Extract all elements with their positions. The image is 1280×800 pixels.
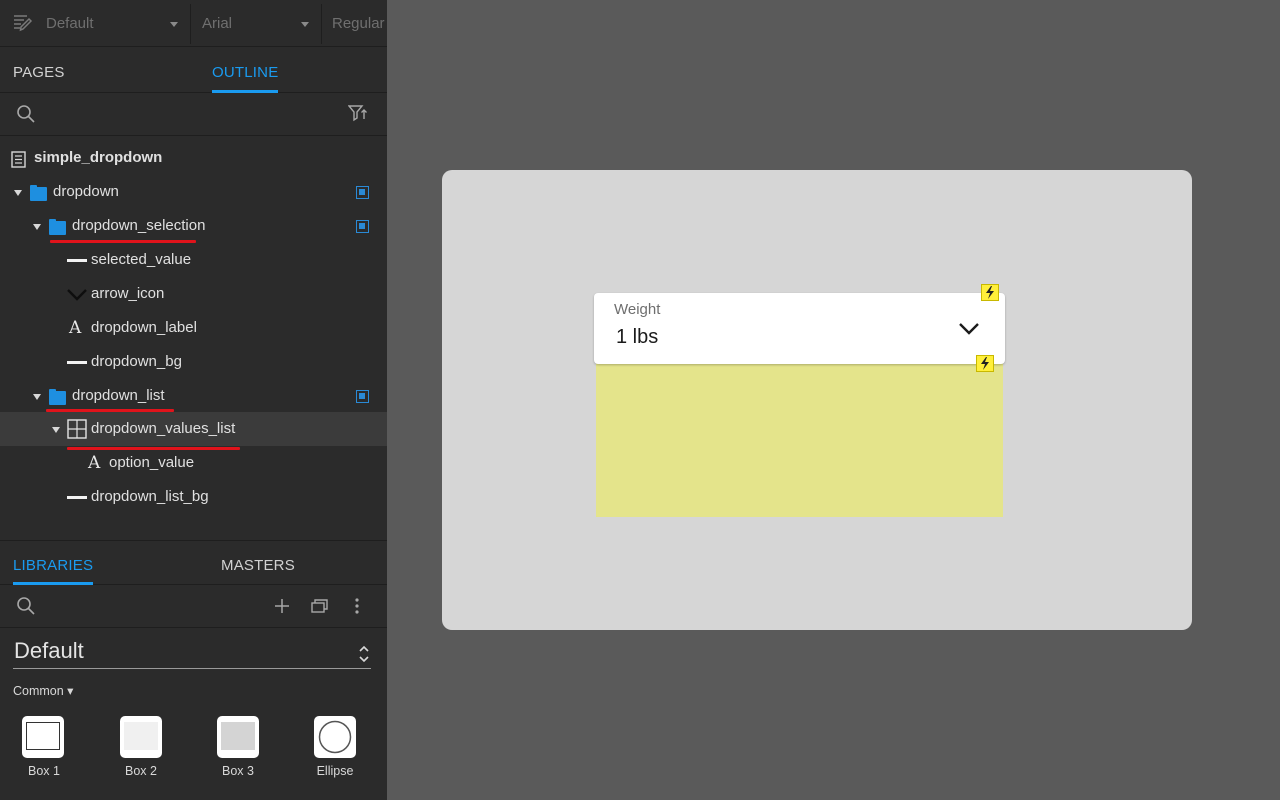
search-icon[interactable]: [16, 104, 36, 129]
outline-item-dropdown-bg[interactable]: dropdown_bg: [0, 345, 387, 379]
widget-label: Box 2: [125, 764, 157, 778]
folder-icon: [30, 185, 47, 201]
widget-label: Box 1: [28, 764, 60, 778]
frame-visibility-icon[interactable]: [356, 220, 369, 233]
style-toolbar: Default Arial Regular: [0, 0, 387, 47]
outline-item-dropdown-list-bg[interactable]: dropdown_list_bg: [0, 480, 387, 514]
search-icon[interactable]: [16, 596, 36, 621]
rectangle-line-icon: [67, 259, 87, 262]
add-icon[interactable]: [274, 598, 290, 619]
library-tabs: LIBRARIES MASTERS: [0, 540, 387, 585]
style-select[interactable]: Default: [40, 0, 190, 46]
tab-pages[interactable]: PAGES: [13, 47, 65, 93]
library-select[interactable]: Default: [13, 636, 371, 669]
rectangle-line-icon: [67, 361, 87, 364]
collapse-triangle-icon[interactable]: [14, 190, 22, 196]
tab-masters[interactable]: MASTERS: [221, 541, 295, 585]
interaction-lightning-icon[interactable]: [976, 355, 994, 372]
folder-icon: [49, 389, 66, 405]
outline-item-dropdown-selection[interactable]: dropdown_selection: [0, 209, 387, 243]
outline-page-label: simple_dropdown: [34, 149, 163, 166]
folder-icon: [49, 219, 66, 235]
outline-item-label: selected_value: [91, 251, 192, 268]
panel-tabs: PAGES OUTLINE: [0, 47, 387, 93]
dropdown-list-bg[interactable]: [596, 362, 1003, 517]
outline-item-label: dropdown_label: [91, 319, 197, 336]
outline-item-label: dropdown_bg: [91, 353, 182, 370]
outline-item-label: dropdown_selection: [72, 217, 206, 234]
updown-chevron-icon: [358, 644, 370, 670]
dropdown-selection[interactable]: Weight 1 lbs: [594, 293, 1005, 364]
box-2-icon: [124, 722, 158, 750]
outline-item-label: dropdown: [53, 183, 119, 200]
more-options-icon[interactable]: [355, 598, 359, 619]
page-icon: [11, 151, 26, 172]
text-icon: A: [88, 453, 101, 473]
library-search-bar: [0, 585, 387, 628]
left-panel: Default Arial Regular PAGES OUTLINE simp…: [0, 0, 387, 800]
repeater-grid-icon: [67, 419, 87, 443]
tab-libraries[interactable]: LIBRARIES: [13, 541, 94, 585]
library-select-value: Default: [14, 638, 84, 663]
chevron-down-icon: [67, 288, 87, 306]
frame-visibility-icon[interactable]: [356, 390, 369, 403]
outline-item-selected-value[interactable]: selected_value: [0, 243, 387, 277]
font-weight-select-value: Regular: [332, 14, 385, 32]
outline-item-dropdown[interactable]: dropdown: [0, 175, 387, 209]
widget-label: Box 3: [222, 764, 254, 778]
selected-value: 1 lbs: [616, 326, 659, 348]
widget-ellipse[interactable]: [314, 716, 356, 758]
tab-outline[interactable]: OUTLINE: [212, 47, 279, 93]
interaction-lightning-icon[interactable]: [981, 284, 999, 301]
widget-label: Ellipse: [316, 764, 354, 778]
font-select[interactable]: Arial: [191, 0, 321, 46]
ellipse-icon: [318, 720, 352, 759]
box-3-icon: [221, 722, 255, 750]
widget-box-3[interactable]: [217, 716, 259, 758]
dropdown-label: Weight: [614, 301, 661, 318]
collapse-triangle-icon[interactable]: [33, 394, 41, 400]
outline-search-bar: [0, 93, 387, 136]
box-1-icon: [26, 722, 60, 750]
filter-icon[interactable]: [347, 104, 368, 127]
collapse-triangle-icon[interactable]: [52, 427, 60, 433]
outline-item-dropdown-list[interactable]: dropdown_list: [0, 379, 387, 413]
outline-page-row[interactable]: simple_dropdown: [0, 141, 387, 175]
chevron-down-icon: [301, 22, 309, 27]
outline-item-option-value[interactable]: A option_value: [0, 446, 387, 480]
library-group-toggle[interactable]: Common ▾: [13, 683, 73, 698]
collapse-triangle-icon[interactable]: [33, 224, 41, 230]
font-select-value: Arial: [202, 14, 233, 32]
outline-item-label: dropdown_values_list: [91, 420, 236, 437]
library-stack-icon[interactable]: [311, 598, 329, 619]
frame-visibility-icon[interactable]: [356, 186, 369, 199]
widget-box-2[interactable]: [120, 716, 162, 758]
outline-item-label: arrow_icon: [91, 285, 165, 302]
font-weight-select[interactable]: Regular: [322, 0, 387, 46]
style-select-value: Default: [46, 14, 94, 32]
outline-item-arrow-icon[interactable]: arrow_icon: [0, 277, 387, 311]
outline-item-dropdown-label[interactable]: A dropdown_label: [0, 311, 387, 345]
style-editor-icon[interactable]: [13, 14, 33, 37]
chevron-down-icon: [170, 22, 178, 27]
outline-item-dropdown-values-list[interactable]: dropdown_values_list: [0, 412, 387, 446]
outline-item-label: option_value: [109, 454, 195, 471]
rectangle-line-icon: [67, 496, 87, 499]
outline-item-label: dropdown_list_bg: [91, 488, 209, 505]
outline-search-input[interactable]: [44, 101, 334, 127]
text-icon: A: [69, 318, 82, 338]
outline-item-label: dropdown_list: [72, 387, 165, 404]
widget-box-1[interactable]: [22, 716, 64, 758]
chevron-down-icon[interactable]: [958, 322, 980, 341]
